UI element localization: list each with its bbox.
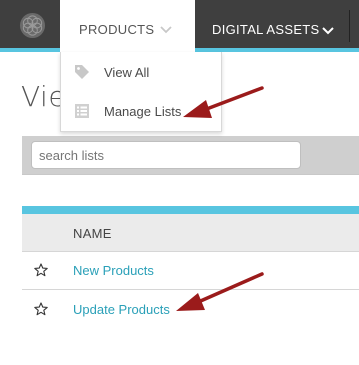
list-name-link[interactable]: New Products	[73, 263, 154, 278]
menu-item-label: Manage Lists	[104, 104, 182, 119]
table-row: Update Products	[22, 291, 359, 329]
panel-divider	[22, 174, 359, 175]
products-dropdown-menu: View All Manage Lists	[60, 52, 222, 132]
search-input[interactable]	[31, 141, 301, 169]
nav-divider	[349, 10, 350, 42]
table-header: NAME	[22, 214, 359, 252]
star-icon[interactable]	[34, 263, 48, 277]
chevron-down-icon[interactable]	[322, 27, 334, 35]
list-name-link[interactable]: Update Products	[73, 302, 170, 317]
nav-products-tab[interactable]: PRODUCTS	[60, 0, 195, 52]
table-accent-band	[22, 206, 359, 214]
star-icon[interactable]	[34, 302, 48, 316]
menu-item-manage-lists[interactable]: Manage Lists	[61, 97, 223, 125]
menu-item-label: View All	[104, 65, 150, 80]
top-nav-bar: PRODUCTS DIGITAL ASSETS	[0, 0, 359, 52]
list-icon	[75, 104, 89, 118]
tag-icon	[75, 65, 89, 79]
table-row: New Products	[22, 252, 359, 290]
chevron-down-icon	[160, 26, 172, 34]
column-header-name[interactable]: NAME	[73, 226, 112, 241]
nav-digital-assets-tab[interactable]: DIGITAL ASSETS	[212, 22, 320, 37]
logo-icon[interactable]	[19, 12, 46, 39]
nav-products-label: PRODUCTS	[79, 22, 155, 37]
menu-item-view-all[interactable]: View All	[61, 58, 223, 86]
